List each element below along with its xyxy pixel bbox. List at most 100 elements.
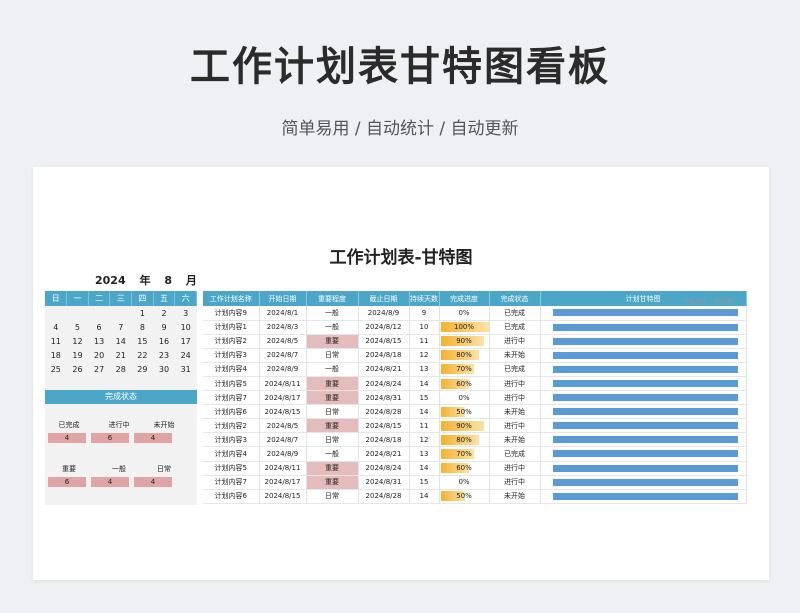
- table-row[interactable]: 计划内容5 2024/8/11 重要 2024/8/24 14 60% 进行中: [203, 376, 747, 392]
- progress-bar: 60%: [440, 378, 488, 389]
- progress-bar: 50%: [440, 491, 488, 502]
- gantt-bar[interactable]: [552, 492, 738, 500]
- calendar-day[interactable]: 29: [132, 362, 154, 376]
- column-header[interactable]: 完成状态: [489, 291, 541, 306]
- gantt-bar[interactable]: [552, 380, 738, 388]
- calendar-month: 8: [164, 274, 172, 287]
- table-row[interactable]: 计划内容7 2024/8/17 重要 2024/8/31 15 0% 进行中: [203, 475, 747, 490]
- calendar-day[interactable]: 5: [67, 320, 89, 334]
- task-name-cell: 计划内容3: [203, 432, 260, 448]
- table-row[interactable]: 计划内容4 2024/8/9 一般 2024/8/21 13 70% 已完成: [203, 446, 747, 462]
- table-row[interactable]: 计划内容1 2024/8/3 一般 2024/8/12 10 100% 已完成: [203, 320, 747, 335]
- gantt-bar[interactable]: [552, 337, 738, 345]
- calendar-day[interactable]: 4: [45, 320, 67, 334]
- calendar-day[interactable]: 14: [110, 334, 132, 348]
- calendar-day[interactable]: 30: [153, 362, 175, 376]
- progress-label: 90%: [456, 337, 472, 346]
- gantt-bar[interactable]: [552, 365, 738, 373]
- calendar-day[interactable]: 23: [153, 348, 175, 362]
- progress-label: 50%: [456, 492, 472, 501]
- column-header[interactable]: 持续天数: [409, 291, 440, 306]
- calendar-day[interactable]: 25: [45, 362, 67, 376]
- calendar-day[interactable]: 13: [88, 334, 110, 348]
- importance-count-important: 6: [48, 477, 86, 487]
- calendar-day[interactable]: 16: [153, 334, 175, 348]
- gantt-cell: [540, 334, 747, 349]
- start-date-cell: 2024/8/5: [259, 418, 307, 434]
- calendar-day[interactable]: 21: [110, 348, 132, 362]
- progress-label: 70%: [456, 449, 472, 458]
- calendar-day[interactable]: 31: [175, 362, 197, 376]
- progress-bar: 80%: [440, 434, 488, 445]
- duration-cell: 11: [409, 334, 440, 349]
- table-row[interactable]: 计划内容6 2024/8/15 日常 2024/8/28 14 50% 未开始: [203, 489, 747, 504]
- gantt-bar[interactable]: [552, 323, 738, 331]
- plan-table: 工作计划名称 开始日期 重要程度 截止日期 持续天数 完成进度 完成状态 计划甘特图 计划内容…: [203, 291, 747, 504]
- end-date-cell: 2024/8/24: [358, 461, 410, 476]
- calendar-day[interactable]: 19: [67, 348, 89, 362]
- calendar-day[interactable]: 6: [88, 320, 110, 334]
- calendar-day[interactable]: 27: [88, 362, 110, 376]
- calendar-day[interactable]: 9: [153, 320, 175, 334]
- column-header[interactable]: 开始日期: [259, 291, 307, 306]
- table-row[interactable]: 计划内容7 2024/8/17 重要 2024/8/31 15 0% 进行中: [203, 390, 747, 406]
- progress-bar: 60%: [440, 463, 488, 474]
- calendar-day[interactable]: 26: [67, 362, 89, 376]
- gantt-bar[interactable]: [552, 351, 738, 359]
- calendar-day[interactable]: 12: [67, 334, 89, 348]
- importance-count-normal: 4: [91, 477, 129, 487]
- page-title: 工作计划表甘特图看板: [190, 44, 610, 90]
- table-row[interactable]: 计划内容2 2024/8/5 重要 2024/8/15 11 90% 进行中: [203, 418, 747, 434]
- calendar-day[interactable]: 24: [175, 348, 197, 362]
- column-header[interactable]: 完成进度: [439, 291, 490, 306]
- table-row[interactable]: 计划内容3 2024/8/7 日常 2024/8/18 12 80% 未开始: [203, 348, 747, 363]
- calendar-day[interactable]: [67, 306, 89, 320]
- status-cell: 未开始: [489, 489, 541, 504]
- progress-label: 0%: [458, 393, 470, 402]
- calendar-day[interactable]: 20: [88, 348, 110, 362]
- importance-cell: 重要: [306, 390, 359, 406]
- gantt-cell: [540, 475, 747, 490]
- gantt-bar[interactable]: [552, 464, 738, 472]
- calendar-day[interactable]: 18: [45, 348, 67, 362]
- calendar-day[interactable]: 17: [175, 334, 197, 348]
- calendar-day[interactable]: 22: [132, 348, 154, 362]
- calendar-day[interactable]: [45, 306, 67, 320]
- calendar-day[interactable]: 7: [110, 320, 132, 334]
- calendar-day[interactable]: 10: [175, 320, 197, 334]
- gantt-cell: [540, 376, 747, 392]
- table-row[interactable]: 计划内容3 2024/8/7 日常 2024/8/18 12 80% 未开始: [203, 432, 747, 448]
- calendar-day[interactable]: [88, 306, 110, 320]
- table-row[interactable]: 计划内容6 2024/8/15 日常 2024/8/28 14 50% 未开始: [203, 404, 747, 420]
- calendar-day[interactable]: [110, 306, 132, 320]
- start-date-cell: 2024/8/17: [259, 390, 307, 406]
- worksheet: 工作计划表-甘特图 2024 年 8 月 日一二三四五六 1 2 3 4 5 6 7 8 9 10…: [33, 167, 769, 580]
- calendar-day[interactable]: 11: [45, 334, 67, 348]
- duration-cell: 14: [409, 404, 440, 420]
- table-row[interactable]: 计划内容4 2024/8/9 一般 2024/8/21 13 70% 已完成: [203, 362, 747, 377]
- calendar-day[interactable]: 2: [153, 306, 175, 320]
- gantt-bar[interactable]: [552, 408, 738, 416]
- calendar-day[interactable]: 8: [132, 320, 154, 334]
- gantt-bar[interactable]: [552, 394, 738, 402]
- gantt-bar[interactable]: [552, 436, 738, 444]
- column-header[interactable]: 工作计划名称: [203, 291, 260, 306]
- gantt-bar[interactable]: [552, 478, 738, 486]
- table-row[interactable]: 计划内容9 2024/8/1 一般 2024/8/9 9 0% 已完成: [203, 306, 747, 321]
- calendar-day[interactable]: 1: [132, 306, 154, 320]
- gantt-bar[interactable]: [552, 309, 738, 317]
- gantt-bar[interactable]: [552, 450, 738, 458]
- importance-count-daily: 4: [134, 477, 172, 487]
- calendar-week: 4 5 6 7 8 9 10: [45, 320, 197, 334]
- calendar-day[interactable]: 15: [132, 334, 154, 348]
- status-cell: 未开始: [489, 432, 541, 448]
- calendar-day[interactable]: 3: [175, 306, 197, 320]
- column-header[interactable]: 重要程度: [306, 291, 359, 306]
- column-header[interactable]: 截止日期: [358, 291, 410, 306]
- calendar-day[interactable]: 28: [110, 362, 132, 376]
- table-row[interactable]: 计划内容2 2024/8/5 重要 2024/8/15 11 90% 进行中: [203, 334, 747, 349]
- table-row[interactable]: 计划内容5 2024/8/11 重要 2024/8/24 14 60% 进行中: [203, 461, 747, 476]
- progress-cell: 60%: [439, 376, 490, 392]
- task-name-cell: 计划内容6: [203, 404, 260, 420]
- gantt-bar[interactable]: [552, 422, 738, 430]
